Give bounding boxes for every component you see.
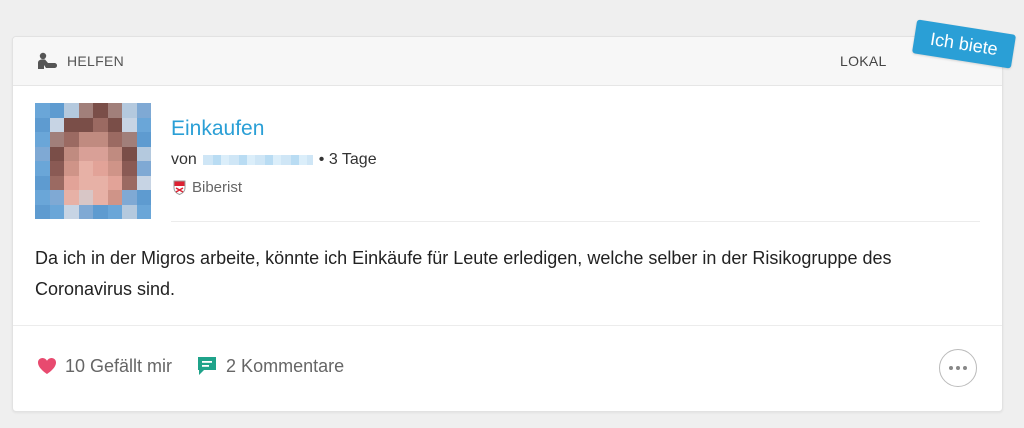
- location-label: Biberist: [192, 179, 243, 196]
- author-name-redacted[interactable]: [202, 155, 313, 165]
- by-prefix: von: [171, 151, 197, 168]
- divider: [171, 221, 980, 222]
- comments-label: 2 Kommentare: [226, 355, 345, 376]
- post-body: Da ich in der Migros arbeite, könnte ich…: [35, 248, 892, 299]
- scope-label: LOKAL: [840, 53, 887, 69]
- likes-label: 10 Gefällt mir: [65, 355, 173, 376]
- post-card: HELFEN LOKAL Ich biete Einkaufen von • 3…: [12, 19, 1017, 412]
- coat-of-arms-icon: [173, 180, 186, 195]
- more-options-button[interactable]: [939, 349, 977, 387]
- avatar[interactable]: [35, 103, 151, 219]
- like-button[interactable]: 10 Gefällt mir: [37, 356, 172, 377]
- comment-icon: [198, 357, 217, 375]
- helping-hand-icon: [38, 52, 57, 69]
- post-title[interactable]: Einkaufen: [171, 117, 264, 141]
- category-label: HELFEN: [67, 53, 125, 69]
- byline: von • 3 Tage: [171, 151, 377, 169]
- post-actions: 10 Gefällt mir 2 Kommentare: [37, 355, 344, 377]
- category: HELFEN: [37, 52, 124, 70]
- comments-button[interactable]: 2 Kommentare: [196, 355, 344, 377]
- location: Biberist: [173, 179, 242, 196]
- post-age: • 3 Tage: [318, 151, 377, 168]
- card-header: HELFEN LOKAL: [13, 37, 1002, 86]
- more-options-icon: [949, 366, 953, 370]
- divider: [13, 325, 1002, 326]
- heart-icon: [38, 358, 56, 374]
